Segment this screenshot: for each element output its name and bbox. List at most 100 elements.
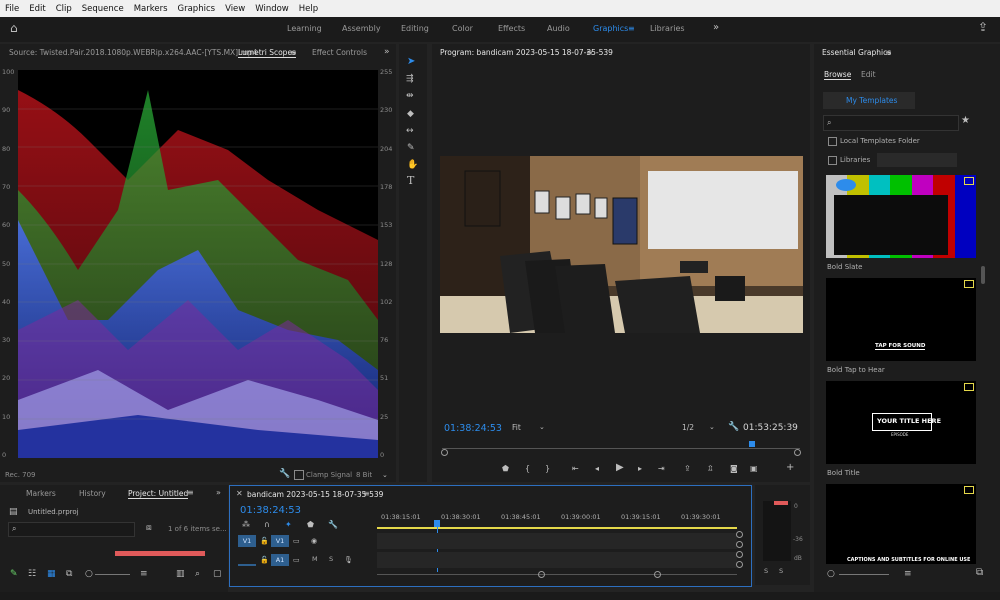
menu-item-file[interactable]: File [0,4,24,14]
zoom-icon[interactable]: ○ [85,569,93,579]
solo-left-button[interactable]: S [764,567,768,575]
tab-browse[interactable]: Browse [824,70,852,80]
find-icon[interactable]: ⌕ [195,569,200,579]
add-marker-icon[interactable]: ⬟ [502,464,509,474]
thumbnail-size-slider[interactable] [839,574,889,575]
template-thumbnail-captions[interactable]: CAPTIONS AND SUBTITLES FOR ONLINE USE [826,484,976,564]
track-lane-v1[interactable] [377,533,737,549]
source-patch-a1[interactable] [238,564,256,566]
go-to-out-icon[interactable]: ⇥ [658,464,665,474]
tab-edit[interactable]: Edit [861,70,876,79]
snap-icon[interactable]: ⁂ [242,520,250,530]
close-icon[interactable]: ✕ [236,489,243,499]
workspace-tab-effects[interactable]: Effects [498,24,525,33]
pen-tool-icon[interactable]: ✎ [407,143,415,153]
mark-in-icon[interactable]: { [525,464,530,474]
fit-dropdown[interactable]: Fit [512,423,521,432]
track-select-tool-icon[interactable]: ⇶ [406,74,414,84]
lift-icon[interactable]: ⇪ [684,464,691,474]
scroll-handle[interactable] [736,541,743,548]
program-scrubber[interactable] [442,448,800,449]
workspace-tab-assembly[interactable]: Assembly [342,24,381,33]
menu-item-help[interactable]: Help [294,4,323,14]
add-button-icon[interactable]: + [786,463,794,473]
scroll-handle[interactable] [538,571,545,578]
essential-graphics-title[interactable]: Essential Graphics [822,48,891,57]
more-tabs-icon[interactable]: » [216,488,221,498]
panel-menu-icon[interactable]: ≡ [586,48,593,58]
home-icon[interactable]: ⌂ [10,22,18,34]
panel-menu-icon[interactable]: ≡ [187,488,194,498]
timeline-settings-icon[interactable]: 🔧 [328,520,338,530]
lock-icon[interactable]: 🔓 [260,555,269,565]
selection-tool-icon[interactable]: ➤ [407,57,415,67]
timeline-scrollbar[interactable] [377,574,737,575]
template-thumbnail-bold-slate[interactable] [826,175,976,258]
menu-item-view[interactable]: View [220,4,250,14]
go-to-in-icon[interactable]: ⇤ [572,464,579,474]
scroll-handle[interactable] [736,561,743,568]
razor-tool-icon[interactable]: ◆ [407,109,414,119]
menu-item-window[interactable]: Window [250,4,294,14]
tab-lumetri-scopes[interactable]: Lumetri Scopes [238,48,296,58]
extract-icon[interactable]: ⇫ [707,464,714,474]
local-templates-checkbox[interactable] [828,137,837,146]
workspace-tab-libraries[interactable]: Libraries [650,24,685,33]
menu-item-clip[interactable]: Clip [51,4,77,14]
play-icon[interactable]: ▶ [616,463,624,473]
star-icon[interactable]: ★ [961,116,970,126]
workspace-menu-icon[interactable]: ≡ [628,24,635,33]
pen-icon[interactable]: ✎ [10,569,18,579]
chevron-down-icon[interactable]: ⌄ [382,470,388,480]
program-playhead[interactable] [749,441,755,447]
tab-history[interactable]: History [79,489,106,498]
templates-scrollbar[interactable] [981,266,985,284]
chevron-down-icon[interactable]: ⌄ [709,422,715,432]
track-lane-a1[interactable] [377,552,737,568]
panel-menu-icon[interactable]: ≡ [363,489,370,499]
workspace-tab-learning[interactable]: Learning [287,24,322,33]
track-target-a1[interactable]: A1 [271,554,289,566]
slip-tool-icon[interactable]: ↔ [406,126,414,136]
solo-button[interactable]: S [329,555,333,563]
comparison-view-icon[interactable]: ▣ [750,464,758,474]
sync-lock-icon[interactable]: ▭ [293,555,300,565]
scroll-handle[interactable] [441,449,448,456]
clamp-signal-checkbox[interactable] [294,470,304,480]
menu-item-markers[interactable]: Markers [129,4,173,14]
export-frame-icon[interactable]: ◙ [730,464,738,474]
mute-button[interactable]: M [312,555,318,563]
menu-item-sequence[interactable]: Sequence [77,4,129,14]
track-target-v1[interactable]: V1 [271,535,289,547]
resolution-dropdown[interactable]: 1/2 [682,423,694,432]
tab-effect-controls[interactable]: Effect Controls [312,48,367,57]
panel-menu-icon[interactable]: ≡ [290,48,297,58]
more-workspaces-icon[interactable]: » [713,23,719,33]
tab-markers[interactable]: Markers [26,489,56,498]
workspace-tab-audio[interactable]: Audio [547,24,570,33]
workspace-tab-color[interactable]: Color [452,24,473,33]
microphone-icon[interactable]: 🎙 [344,555,353,565]
solo-right-button[interactable]: S [779,567,783,575]
new-item-icon[interactable]: ⧉ [976,568,983,578]
wrench-icon[interactable]: 🔧 [279,469,290,479]
scroll-handle[interactable] [654,571,661,578]
chevron-down-icon[interactable]: ⌄ [539,422,545,432]
share-icon[interactable]: ⇪ [978,21,988,33]
project-search-input[interactable]: ⌕ [8,522,135,537]
template-thumbnail-bold-title[interactable]: YOUR TITLE HERE EPISODE [826,381,976,464]
panel-menu-icon[interactable]: ≡ [885,48,892,58]
add-marker-icon[interactable]: ✦ [285,520,292,530]
timeline-timecode[interactable]: 01:38:24:53 [240,505,301,516]
source-patch-v1[interactable]: V1 [238,535,256,547]
menu-item-graphics[interactable]: Graphics [173,4,221,14]
scroll-handle[interactable] [794,449,801,456]
zoom-slider[interactable] [95,574,130,575]
my-templates-tab[interactable]: My Templates [823,92,915,109]
workspace-tab-graphics[interactable]: Graphics [593,24,628,33]
mark-out-icon[interactable]: } [545,464,550,474]
new-bin-icon[interactable]: ⧈ [146,523,152,533]
type-tool-icon[interactable]: T [407,175,414,186]
search-input[interactable]: ⌕ [823,115,959,131]
icon-view-icon[interactable]: ▦ [47,569,56,579]
